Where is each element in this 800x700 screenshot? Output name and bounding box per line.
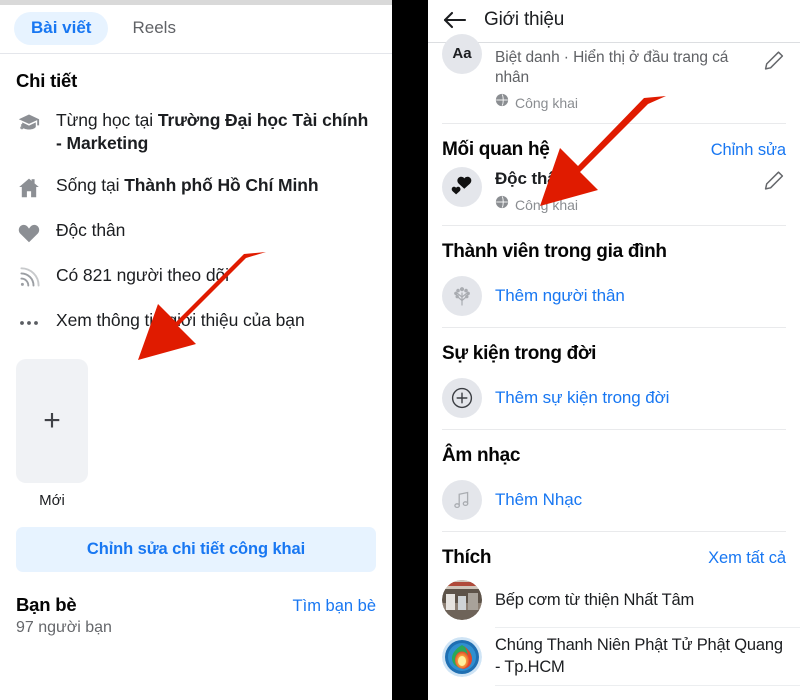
edit-pencil-icon-relationship[interactable] [762,169,786,195]
page-avatar-buddhist-youth [442,636,482,677]
relationship-status: Độc thân [495,169,567,189]
music-note-icon [442,480,482,521]
like-list-item[interactable]: Bếp cơm từ thiện Nhất Tâm [428,573,800,627]
globe-icon [495,93,509,112]
add-music-row[interactable]: Thêm Nhạc [428,471,800,531]
friends-info: Bạn bè 97 người bạn [16,594,112,637]
right-about-panel: Giới thiệu Aa Biệt danh · Hiển thị ở đầu… [428,0,800,700]
relationship-title: Mối quan hệ [442,139,550,161]
edit-pencil-icon-nickname[interactable] [762,49,786,75]
nickname-main: Biệt danh · Hiển thị ở đầu trang cá nhân… [495,47,749,112]
add-family-member-link[interactable]: Thêm người thân [495,286,625,306]
detail-row-see-about-info[interactable]: Xem thông tin giới thiệu của bạn [0,300,392,345]
ellipsis-icon [16,310,42,336]
tab-posts[interactable]: Bài viết [14,12,109,45]
edit-public-details-button[interactable]: Chỉnh sửa chi tiết công khai [16,526,376,572]
friends-title: Bạn bè [16,593,77,615]
detail-text-relationship: Độc thân [56,219,126,240]
detail-row-followers[interactable]: Có 821 người theo dõi [0,255,392,300]
double-heart-icon [442,167,482,208]
left-profile-panel: Bài viết Reels Chi tiết Từng học tại Trư… [0,0,392,700]
plus-icon: + [43,403,61,437]
about-title: Giới thiệu [484,9,565,30]
relationship-privacy: Công khai [495,190,749,214]
detail-row-relationship[interactable]: Độc thân [0,210,392,255]
nickname-privacy: Công khai [495,88,749,112]
like-separator [495,685,800,687]
globe-icon [495,195,509,214]
relationship-section-header: Mối quan hệ Chỉnh sửa [428,124,800,165]
nickname-privacy-text: Công khai [515,94,579,111]
relationship-main: Độc thân Công khai [495,167,749,214]
music-section-header: Âm nhạc [428,430,800,471]
relationship-row[interactable]: Độc thân Công khai [428,165,800,225]
nickname-row[interactable]: Aa Biệt danh · Hiển thị ở đầu trang cá n… [428,34,800,123]
tab-reels[interactable]: Reels [120,12,187,45]
about-header: Giới thiệu [428,0,800,43]
detail-row-education[interactable]: Từng học tại Trường Đại học Tài chính - … [0,100,392,165]
detail-row-hometown[interactable]: Sống tại Thành phố Hồ Chí Minh [0,165,392,210]
like-name: Chúng Thanh Niên Phật Tử Phật Quang - Tp… [495,636,783,676]
back-arrow-icon[interactable] [442,8,468,32]
detail-text-education: Từng học tại Trường Đại học Tài chính - … [56,109,369,154]
life-events-title: Sự kiện trong đời [442,343,597,365]
add-life-event-link[interactable]: Thêm sự kiện trong đời [495,388,669,408]
dual-screenshot-composite: Bài viết Reels Chi tiết Từng học tại Trư… [0,0,800,700]
details-section-title: Chi tiết [16,69,78,91]
likes-section-header: Thích Xem tất cả [428,532,800,573]
likes-see-all-link[interactable]: Xem tất cả [708,549,786,568]
profile-tabs: Bài viết Reels [0,5,392,54]
home-icon [16,175,42,201]
relationship-edit-link[interactable]: Chỉnh sửa [711,141,786,160]
detail-text-see-about-info: Xem thông tin giới thiệu của bạn [56,309,305,330]
friends-section: Bạn bè 97 người bạn Tìm bạn bè [0,572,392,637]
music-title: Âm nhạc [442,445,521,467]
relationship-privacy-text: Công khai [515,196,579,213]
find-friends-link[interactable]: Tìm bạn bè [293,594,376,616]
aa-text-icon: Aa [442,34,482,74]
graduation-cap-icon [16,110,42,136]
rss-icon [16,265,42,291]
life-events-section-header: Sự kiện trong đời [428,328,800,369]
add-new-card[interactable]: + [16,358,88,483]
panel-divider [392,0,428,700]
details-list: Từng học tại Trường Đại học Tài chính - … [0,98,392,345]
like-name: Bếp cơm từ thiện Nhất Tâm [495,590,695,609]
detail-text-hometown: Sống tại Thành phố Hồ Chí Minh [56,174,319,195]
add-music-link[interactable]: Thêm Nhạc [495,490,582,510]
heart-icon [16,220,42,246]
aa-label: Aa [452,44,472,62]
friends-count: 97 người bạn [16,618,112,636]
family-section-header: Thành viên trong gia đình [428,226,800,267]
add-life-event-row[interactable]: Thêm sự kiện trong đời [428,369,800,429]
family-tree-icon [442,276,482,317]
new-card-label: Mới [39,491,65,509]
likes-title: Thích [442,547,492,569]
new-story-card-wrap: + Mới [0,345,392,509]
detail-text-followers: Có 821 người theo dõi [56,264,229,285]
plus-circle-icon [442,378,482,419]
family-title: Thành viên trong gia đình [442,241,667,263]
nickname-text: Biệt danh · Hiển thị ở đầu trang cá nhân [495,49,729,87]
add-family-member-row[interactable]: Thêm người thân [428,267,800,327]
page-avatar-charity-kitchen [442,580,482,621]
like-list-item[interactable]: Chúng Thanh Niên Phật Tử Phật Quang - Tp… [428,628,800,685]
